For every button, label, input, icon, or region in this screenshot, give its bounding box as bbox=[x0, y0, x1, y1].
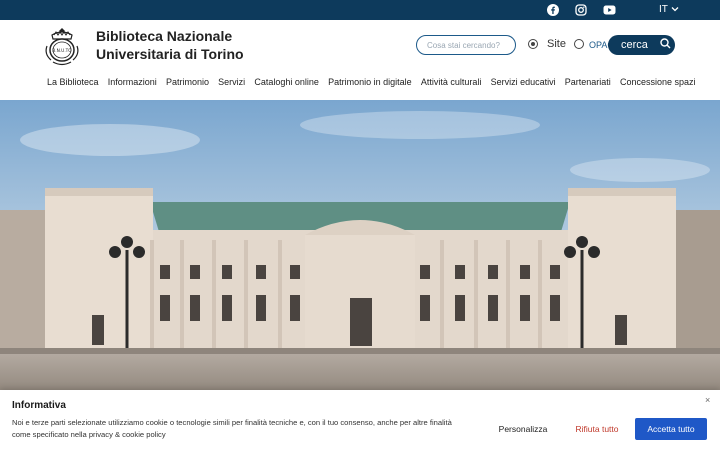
nav-item-cataloghi-online[interactable]: Cataloghi online bbox=[254, 77, 319, 87]
nav-item-partenariati[interactable]: Partenariati bbox=[565, 77, 611, 87]
nav-item-concessione-spazi[interactable]: Concessione spazi bbox=[620, 77, 696, 87]
accept-all-button[interactable]: Accetta tutto bbox=[635, 418, 707, 440]
language-selector[interactable]: IT bbox=[659, 4, 679, 15]
nav-item-patrimonio[interactable]: Patrimonio bbox=[166, 77, 209, 87]
nav-item-attivita-culturali[interactable]: Attività culturali bbox=[421, 77, 482, 87]
chevron-down-icon bbox=[671, 4, 679, 15]
search-button[interactable]: cerca bbox=[608, 35, 675, 55]
nav-item-informazioni[interactable]: Informazioni bbox=[108, 77, 157, 87]
nav-item-servizi[interactable]: Servizi bbox=[218, 77, 245, 87]
instagram-icon[interactable] bbox=[574, 3, 588, 17]
site-header: B.N.U.TO Biblioteca Nazionale Universita… bbox=[0, 20, 720, 100]
close-icon[interactable]: × bbox=[705, 395, 710, 405]
radio-opac[interactable] bbox=[574, 39, 584, 49]
search-button-label: cerca bbox=[621, 39, 648, 51]
site-title[interactable]: Biblioteca Nazionale Universitaria di To… bbox=[96, 27, 296, 63]
main-nav: La Biblioteca Informazioni Patrimonio Se… bbox=[47, 77, 705, 87]
radio-site-label[interactable]: Site bbox=[547, 38, 566, 50]
cookie-banner: Informativa × Noi e terze parti selezion… bbox=[0, 390, 720, 450]
cookie-text: Noi e terze parti selezionate utilizziam… bbox=[12, 418, 452, 439]
library-logo[interactable]: B.N.U.TO bbox=[43, 26, 81, 66]
cookie-title: Informativa bbox=[12, 400, 66, 411]
search-icon bbox=[660, 38, 671, 52]
radio-site[interactable] bbox=[528, 39, 538, 49]
svg-text:B.N.U.TO: B.N.U.TO bbox=[52, 48, 72, 54]
top-bar: IT bbox=[0, 0, 720, 20]
youtube-icon[interactable] bbox=[602, 3, 616, 17]
nav-item-la-biblioteca[interactable]: La Biblioteca bbox=[47, 77, 99, 87]
search-input[interactable] bbox=[416, 35, 516, 55]
facebook-icon[interactable] bbox=[546, 3, 560, 17]
nav-item-patrimonio-digitale[interactable]: Patrimonio in digitale bbox=[328, 77, 412, 87]
site-title-line2: Universitaria di Torino bbox=[96, 46, 244, 62]
reject-all-button[interactable]: Rifiuta tutto bbox=[568, 418, 626, 440]
nav-item-servizi-educativi[interactable]: Servizi educativi bbox=[491, 77, 556, 87]
customize-button[interactable]: Personalizza bbox=[493, 418, 553, 440]
hero-image bbox=[0, 100, 720, 390]
site-title-line1: Biblioteca Nazionale bbox=[96, 28, 233, 44]
language-label: IT bbox=[659, 4, 668, 15]
